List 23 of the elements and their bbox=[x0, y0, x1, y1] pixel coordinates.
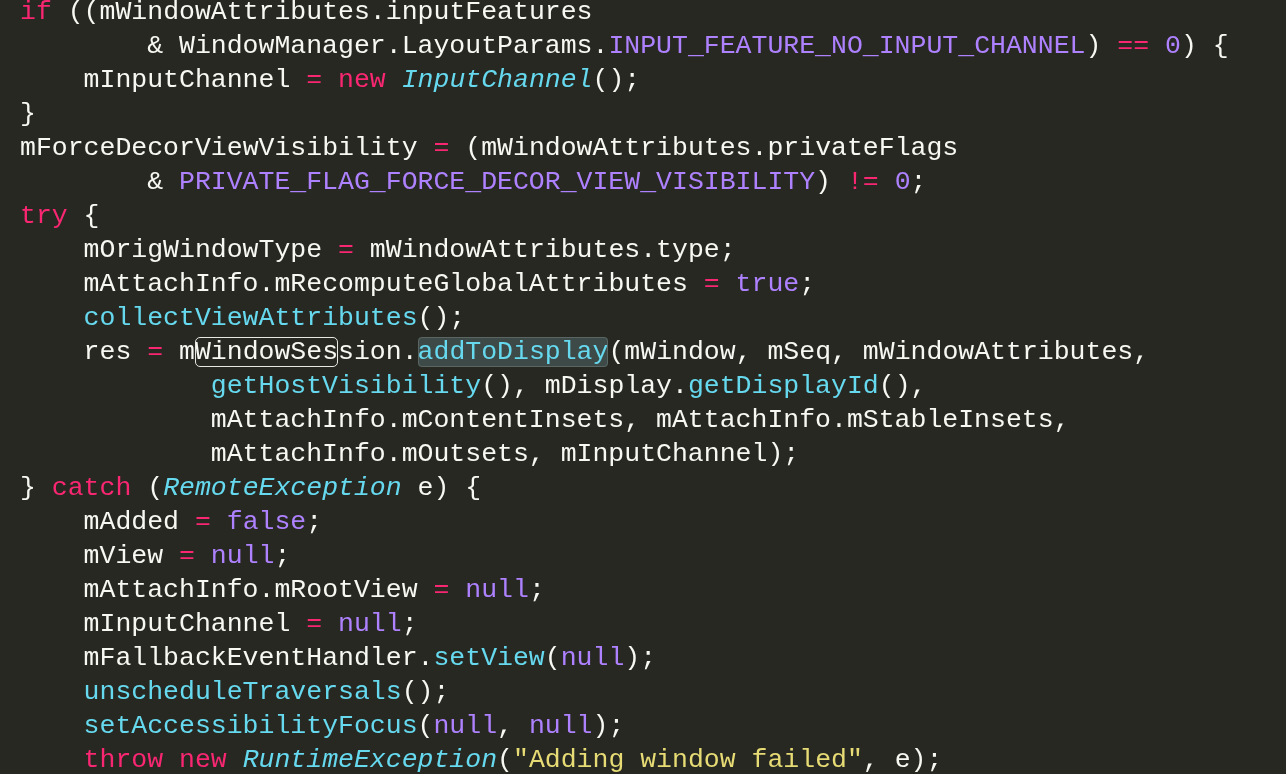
code-line: mAttachInfo.mRecomputeGlobalAttributes = true; bbox=[83, 269, 816, 299]
code-line: & WindowManager.LayoutParams.INPUT_FEATURE_NO_INPUT_CHANNEL) == 0) { bbox=[147, 31, 1229, 61]
code-line: mInputChannel = new InputChannel(); bbox=[83, 65, 641, 95]
code-line: res = mWindowSession.addToDisplay(mWindow, mSeq, mWindowAttributes, bbox=[83, 337, 1150, 367]
code-line: try { bbox=[20, 201, 100, 231]
code-line: & PRIVATE_FLAG_FORCE_DECOR_VIEW_VISIBILITY) != 0; bbox=[147, 167, 927, 197]
code-line: if ((mWindowAttributes.inputFeatures bbox=[20, 0, 593, 27]
code-line: mAttachInfo.mOutsets, mInputChannel); bbox=[210, 439, 800, 469]
code-line: mAttachInfo.mRootView = null; bbox=[83, 575, 545, 605]
code-line: mAdded = false; bbox=[83, 507, 323, 537]
code-line: getHostVisibility(), mDisplay.getDisplayId(), bbox=[210, 371, 927, 401]
code-line: mInputChannel = null; bbox=[83, 609, 418, 639]
code-line: mAttachInfo.mContentInsets, mAttachInfo.mStableInsets, bbox=[210, 405, 1070, 435]
code-line: } catch (RemoteException e) { bbox=[20, 473, 482, 503]
code-line: throw new RuntimeException("Adding window failed", e); bbox=[83, 745, 943, 774]
code-line: setAccessibilityFocus(null, null); bbox=[83, 711, 625, 741]
code-line: unscheduleTraversals(); bbox=[83, 677, 450, 707]
code-line: mForceDecorViewVisibility = (mWindowAttributes.privateFlags bbox=[20, 133, 959, 163]
code-line: mView = null; bbox=[83, 541, 291, 571]
code-line: collectViewAttributes(); bbox=[83, 303, 466, 333]
code-line: } bbox=[20, 99, 36, 129]
code-line: mOrigWindowType = mWindowAttributes.type; bbox=[83, 235, 736, 265]
code-line: mFallbackEventHandler.setView(null); bbox=[83, 643, 657, 673]
